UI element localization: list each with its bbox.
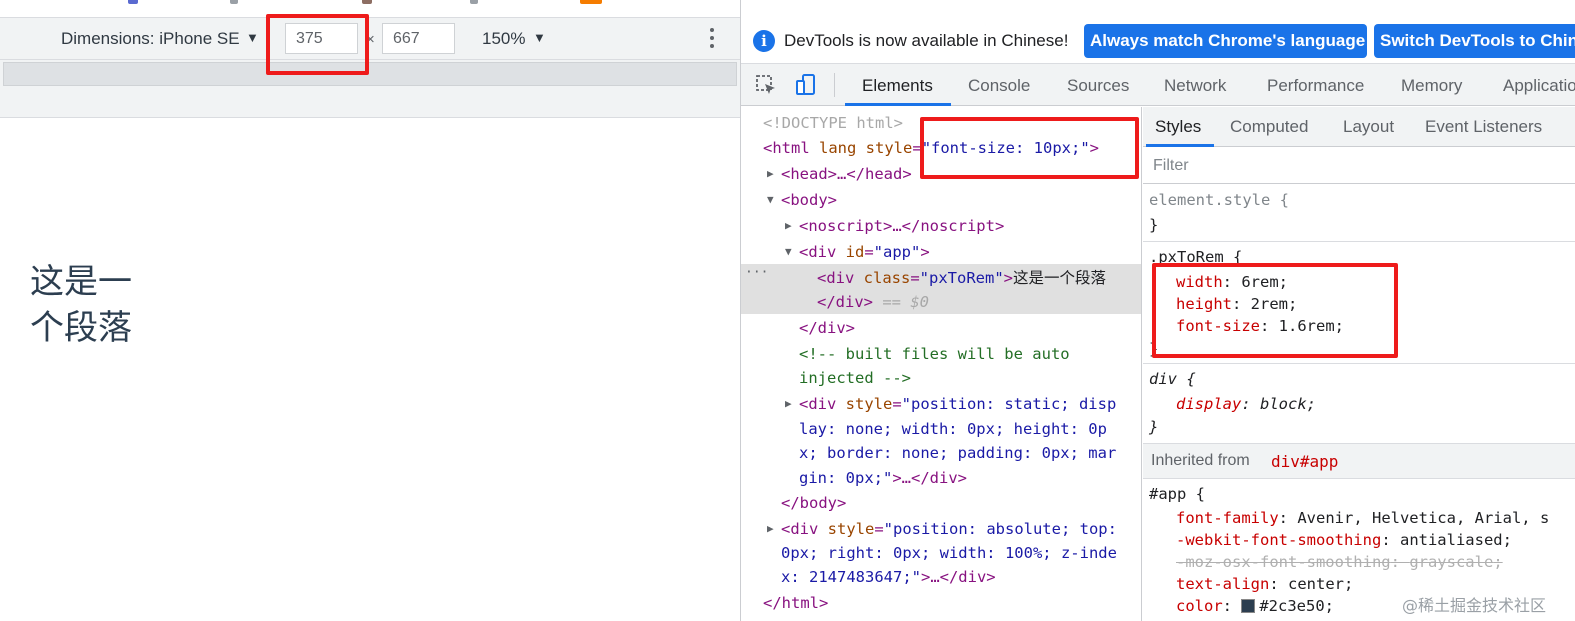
body-node[interactable]: <body> <box>781 190 837 210</box>
zoom-dropdown[interactable]: 150% <box>482 29 525 49</box>
tab-memory[interactable]: Memory <box>1401 76 1462 96</box>
selected-div-close[interactable]: </div> == $0 <box>817 292 929 312</box>
language-infobar: i DevTools is now available in Chinese! … <box>741 18 1575 64</box>
tab-performance[interactable]: Performance <box>1267 76 1364 96</box>
tab-styles[interactable]: Styles <box>1155 117 1201 137</box>
media-query-bar[interactable] <box>3 62 737 86</box>
selected-div-node[interactable]: <div class="pxToRem">这是一个段落 <box>817 268 1106 288</box>
infobar-message: DevTools is now available in Chinese! <box>784 31 1069 50</box>
emulated-viewport <box>0 119 740 621</box>
tab-network[interactable]: Network <box>1164 76 1226 96</box>
element-style-selector[interactable]: element.style { <box>1149 190 1289 210</box>
media-query-ruler <box>0 60 740 118</box>
strip-fragment <box>362 0 372 4</box>
expand-triangle-icon[interactable]: ▶ <box>785 219 792 232</box>
css-prop-font-family[interactable]: font-family: Avenir, Helvetica, Arial, s <box>1176 508 1549 528</box>
chevron-down-icon[interactable]: ▼ <box>246 30 259 45</box>
css-prop-height[interactable]: height: 2rem; <box>1176 294 1297 314</box>
width-input[interactable]: 375 <box>285 23 358 54</box>
div-absolute-node[interactable]: <div style="position: absolute; top: <box>781 519 1117 539</box>
paragraph-line: 个段落 <box>30 308 132 348</box>
comment-node-cont[interactable]: injected --> <box>799 368 911 388</box>
rule-divider <box>1143 363 1575 364</box>
rule-close-brace: } <box>1149 216 1159 234</box>
rule-close-brace: } <box>1149 418 1159 436</box>
doctype-node[interactable]: <!DOCTYPE html> <box>763 113 903 133</box>
toolbar-divider <box>834 73 835 97</box>
expand-triangle-icon[interactable]: ▶ <box>767 522 774 535</box>
tab-computed[interactable]: Computed <box>1230 117 1308 137</box>
always-match-language-button[interactable]: Always match Chrome's language <box>1084 24 1367 58</box>
div-static-node-cont[interactable]: gin: 0px;">…</div> <box>799 468 967 488</box>
device-toolbar-icon[interactable] <box>794 73 818 97</box>
css-prop-width[interactable]: width: 6rem; <box>1176 272 1288 292</box>
device-emulation-pane: Dimensions: iPhone SE ▼ 375 × 667 150% ▼… <box>0 0 740 621</box>
styles-subtabs: Styles Computed Layout Event Listeners <box>1143 107 1575 147</box>
times-symbol: × <box>366 31 375 48</box>
div-static-node-cont[interactable]: x; border: none; padding: 0px; mar <box>799 443 1116 463</box>
switch-devtools-language-button[interactable]: Switch DevTools to Chinese <box>1374 24 1575 58</box>
div-absolute-node-cont[interactable]: x: 2147483647;">…</div> <box>781 567 996 587</box>
expand-triangle-icon[interactable]: ▶ <box>785 397 792 410</box>
height-input[interactable]: 667 <box>382 23 455 54</box>
body-close[interactable]: </body> <box>781 493 846 513</box>
div-static-node-cont[interactable]: lay: none; width: 0px; height: 0p <box>799 419 1107 439</box>
info-icon: i <box>753 30 775 52</box>
devtools-panel: i DevTools is now available in Chinese! … <box>740 0 1575 621</box>
inherited-from-header: Inherited from div#app <box>1143 443 1575 479</box>
tab-application[interactable]: Application <box>1503 76 1575 96</box>
active-tab-indicator <box>845 103 951 106</box>
app-selector[interactable]: #app { <box>1149 484 1205 504</box>
head-node[interactable]: <head>…</head> <box>781 164 912 184</box>
div-static-node[interactable]: <div style="position: static; disp <box>799 394 1116 414</box>
css-prop-color[interactable]: color: #2c3e50; <box>1176 596 1334 616</box>
html-close[interactable]: </html> <box>763 593 828 613</box>
paragraph-text: 这是一 个段落 <box>30 259 150 351</box>
strip-fragment <box>230 0 238 4</box>
div-app-node[interactable]: <div id="app"> <box>799 242 930 262</box>
pxtorem-selector[interactable]: .pxToRem { <box>1149 247 1242 267</box>
css-prop-font-size[interactable]: font-size: 1.6rem; <box>1176 316 1344 336</box>
node-actions-ellipsis[interactable]: ··· <box>745 263 768 283</box>
devtools-main-tabs: Elements Console Sources Network Perform… <box>741 64 1575 106</box>
tab-elements[interactable]: Elements <box>862 76 933 96</box>
rule-divider <box>1143 241 1575 242</box>
css-prop-text-align[interactable]: text-align: center; <box>1176 574 1353 594</box>
expand-triangle-icon[interactable]: ▶ <box>767 167 774 180</box>
css-prop-moz-font-smoothing[interactable]: -moz-osx-font-smoothing: grayscale; <box>1176 552 1503 572</box>
styles-pane: Styles Computed Layout Event Listeners F… <box>1143 107 1575 621</box>
rule-close-brace: } <box>1149 340 1159 358</box>
div-ua-selector[interactable]: div { <box>1149 369 1196 389</box>
div-app-close[interactable]: </div> <box>799 318 855 338</box>
collapse-triangle-icon[interactable]: ▼ <box>767 193 774 206</box>
watermark: @稀土掘金技术社区 <box>1402 596 1547 615</box>
strip-fragment <box>580 0 602 4</box>
tab-console[interactable]: Console <box>968 76 1030 96</box>
paragraph-line: 这是一 <box>30 262 132 302</box>
html-node[interactable]: <html lang style="font-size: 10px;"> <box>763 138 1099 158</box>
comment-node[interactable]: <!-- built files will be auto <box>799 344 1070 364</box>
css-prop-webkit-font-smoothing[interactable]: -webkit-font-smoothing: antialiased; <box>1176 530 1512 550</box>
collapse-triangle-icon[interactable]: ▼ <box>785 245 792 258</box>
dimensions-dropdown[interactable]: Dimensions: iPhone SE <box>61 29 240 49</box>
device-toolbar: Dimensions: iPhone SE ▼ 375 × 667 150% ▼ <box>0 18 740 60</box>
div-absolute-node-cont[interactable]: 0px; right: 0px; width: 100%; z-inde <box>781 543 1117 563</box>
color-swatch-icon[interactable] <box>1241 599 1256 613</box>
more-options-icon[interactable] <box>706 28 718 50</box>
tab-sources[interactable]: Sources <box>1067 76 1129 96</box>
strip-fragment <box>470 0 478 4</box>
inherited-source-link[interactable]: div#app <box>1271 452 1338 471</box>
tab-layout[interactable]: Layout <box>1343 117 1394 137</box>
styles-filter-input[interactable]: Filter <box>1143 147 1575 184</box>
inspect-element-icon[interactable] <box>754 73 778 97</box>
css-prop-display[interactable]: display: block; <box>1176 394 1316 414</box>
chevron-down-icon[interactable]: ▼ <box>533 30 546 45</box>
filter-placeholder: Filter <box>1153 157 1189 174</box>
strip-fragment <box>128 0 138 4</box>
browser-top-strip <box>0 0 740 18</box>
inherited-label: Inherited from <box>1151 452 1250 469</box>
noscript-node[interactable]: <noscript>…</noscript> <box>799 216 1004 236</box>
elements-tree: <!DOCTYPE html> <html lang style="font-s… <box>741 107 1142 621</box>
tab-event-listeners[interactable]: Event Listeners <box>1425 117 1542 137</box>
